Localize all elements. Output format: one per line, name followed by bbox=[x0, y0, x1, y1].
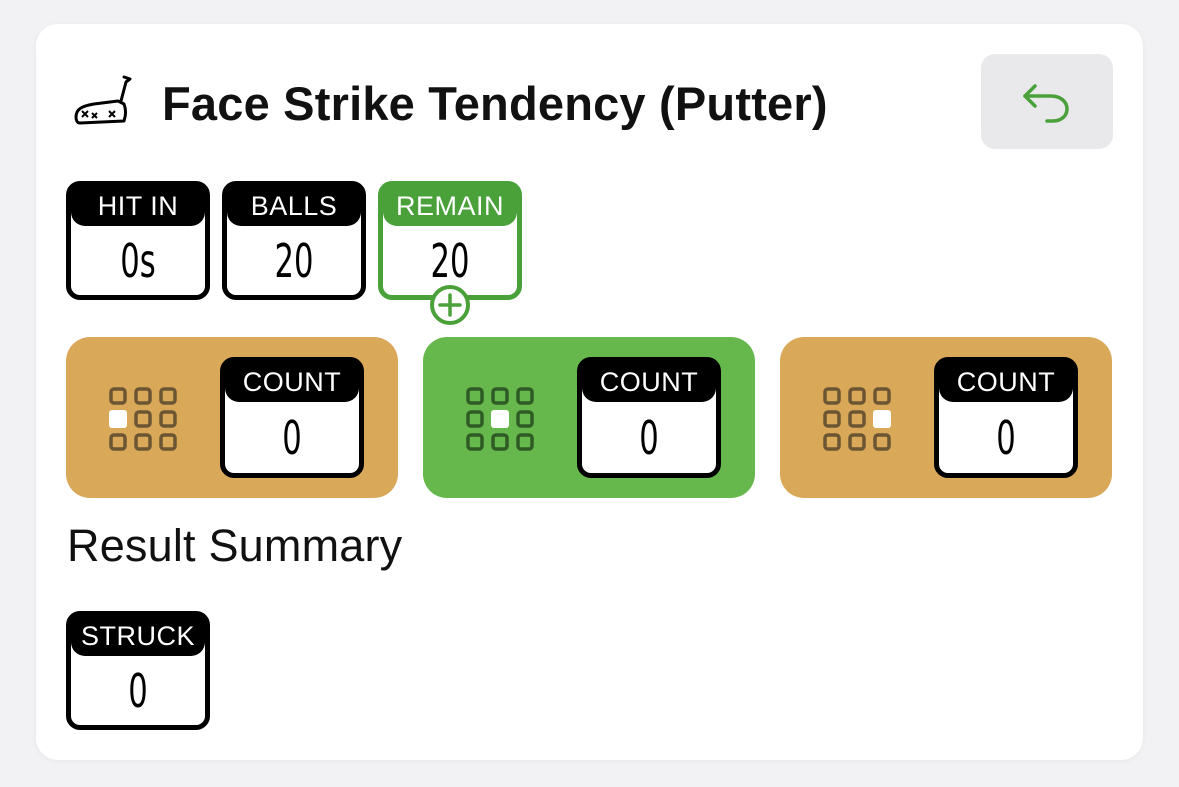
zone-center-card[interactable]: COUNT 0 bbox=[423, 337, 755, 498]
zone-center-count: COUNT 0 bbox=[577, 357, 721, 478]
card-header: Face Strike Tendency (Putter) bbox=[72, 70, 828, 136]
strike-grid-center-icon bbox=[466, 387, 534, 451]
count-value: 0 bbox=[996, 410, 1016, 465]
putter-icon bbox=[74, 75, 132, 125]
zone-toe-count: COUNT 0 bbox=[934, 357, 1078, 478]
zone-heel-card[interactable]: COUNT 0 bbox=[66, 337, 398, 498]
count-label: COUNT bbox=[939, 362, 1073, 402]
result-summary-title: Result Summary bbox=[67, 520, 403, 571]
balls-stat: BALLS 20 bbox=[222, 181, 366, 300]
balls-label: BALLS bbox=[227, 186, 361, 226]
remain-label: REMAIN bbox=[383, 186, 517, 226]
hit-in-stat: HIT IN 0s bbox=[66, 181, 210, 300]
struck-value: 0 bbox=[128, 663, 148, 718]
hit-in-value: 0s bbox=[120, 233, 156, 288]
add-balls-icon[interactable] bbox=[429, 284, 471, 326]
zone-toe-card[interactable]: COUNT 0 bbox=[780, 337, 1112, 498]
undo-arrow-icon bbox=[1023, 83, 1069, 123]
count-value: 0 bbox=[282, 410, 302, 465]
page-title: Face Strike Tendency (Putter) bbox=[162, 76, 828, 130]
count-label: COUNT bbox=[582, 362, 716, 402]
zone-heel-count: COUNT 0 bbox=[220, 357, 364, 478]
strike-grid-heel-icon bbox=[109, 387, 177, 451]
back-button[interactable] bbox=[981, 54, 1113, 149]
remain-stat[interactable]: REMAIN 20 bbox=[378, 181, 522, 300]
count-value: 0 bbox=[639, 410, 659, 465]
hit-in-label: HIT IN bbox=[71, 186, 205, 226]
count-label: COUNT bbox=[225, 362, 359, 402]
balls-value: 20 bbox=[274, 233, 314, 288]
struck-stat: STRUCK 0 bbox=[66, 611, 210, 730]
struck-label: STRUCK bbox=[71, 616, 205, 656]
strike-grid-toe-icon bbox=[823, 387, 891, 451]
